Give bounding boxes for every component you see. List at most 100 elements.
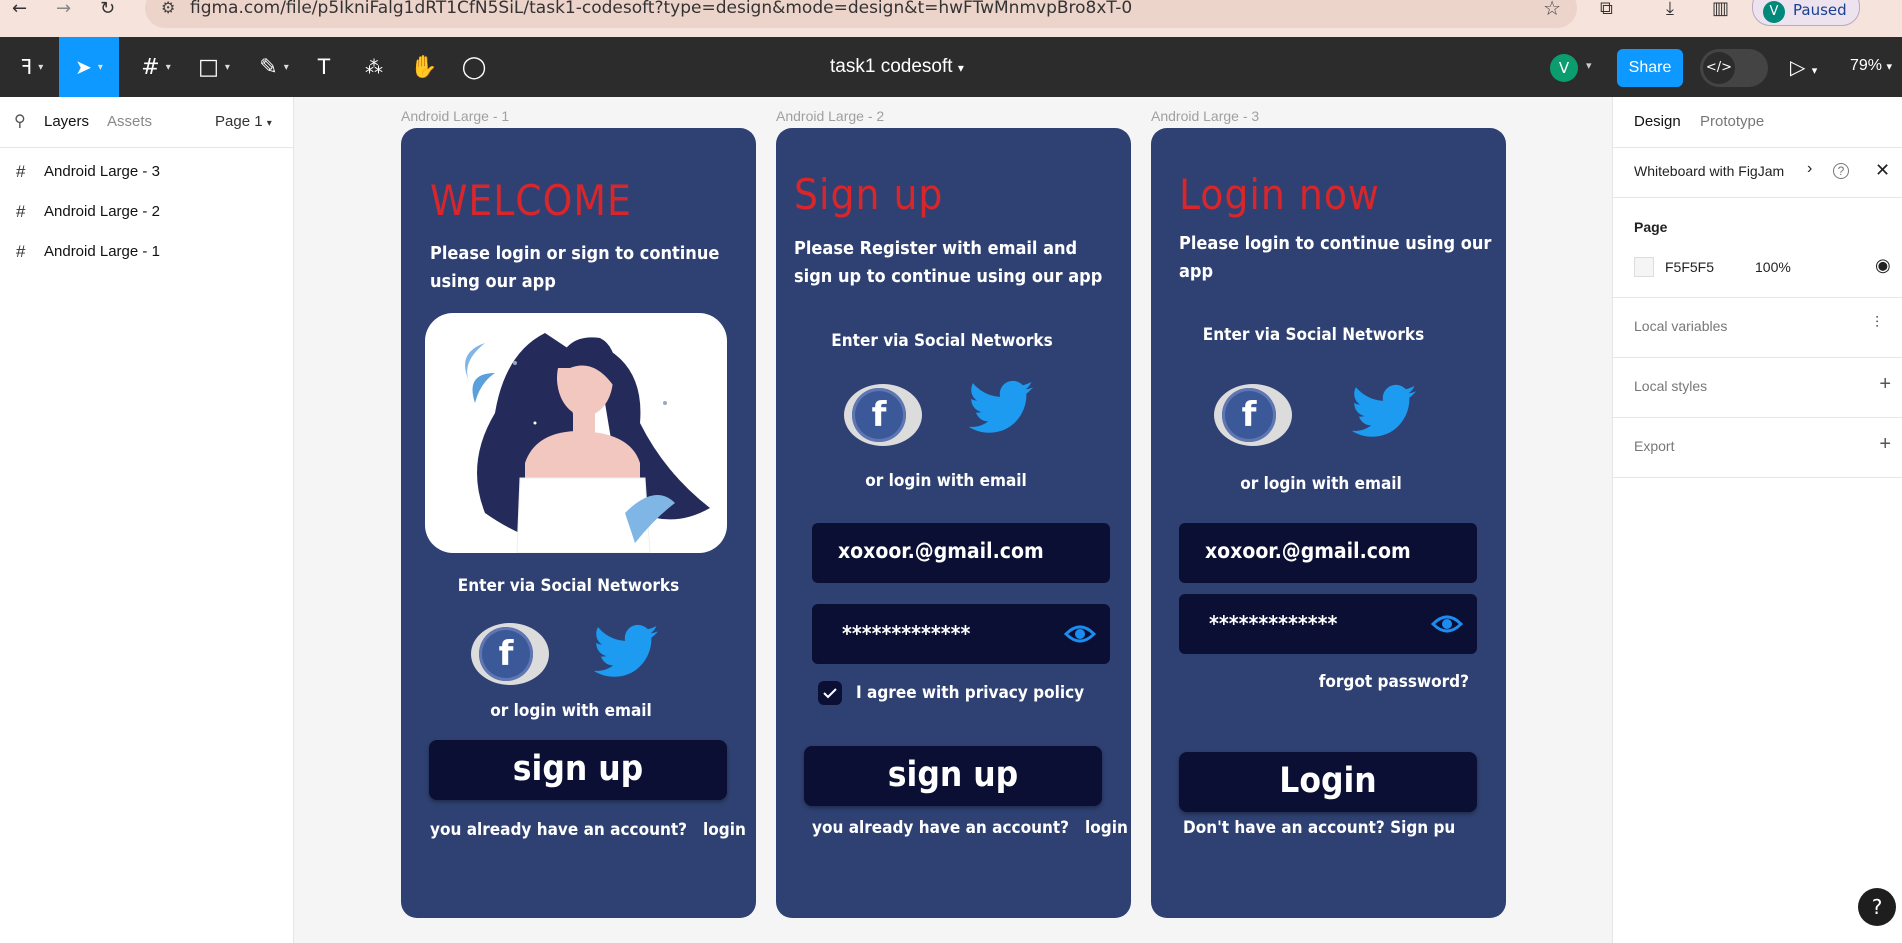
tab-layers[interactable]: Layers (44, 113, 89, 130)
eye-icon[interactable] (1064, 622, 1096, 646)
email-divider: or login with email (1240, 474, 1402, 494)
present-button[interactable]: ▷ ▾ (1790, 55, 1817, 79)
search-icon[interactable]: ⚲ (14, 111, 26, 131)
twitter-icon[interactable] (591, 624, 661, 684)
facebook-icon: f (479, 627, 533, 681)
whiteboard-label: Whiteboard with FigJam (1634, 163, 1785, 179)
export-section[interactable]: Export + (1613, 417, 1902, 478)
password-value: ************* (842, 622, 971, 646)
side-panel-icon[interactable]: ▥ (1712, 0, 1729, 18)
twitter-icon[interactable] (1349, 384, 1419, 444)
page-opacity-value[interactable]: 100% (1755, 259, 1791, 275)
frame-label[interactable]: Android Large - 1 (401, 108, 509, 124)
local-variables-section[interactable]: Local variables ⫶ (1613, 297, 1902, 358)
whiteboard-row[interactable]: Whiteboard with FigJam › ? ✕ (1613, 147, 1902, 198)
rectangle-icon: □ (198, 54, 219, 80)
eye-icon[interactable] (1431, 612, 1463, 636)
eye-icon[interactable]: ◉ (1875, 255, 1891, 276)
page-selector[interactable]: Page 1 ▾ (215, 113, 272, 130)
code-icon: </> (1703, 52, 1735, 84)
share-button[interactable]: Share (1617, 49, 1683, 87)
social-heading: Enter via Social Networks (1202, 325, 1425, 345)
help-icon[interactable]: ? (1833, 163, 1849, 179)
forgot-password-link[interactable]: forgot password? (1151, 668, 1469, 696)
plus-icon[interactable]: + (1879, 373, 1891, 396)
pen-tool-button[interactable]: ✎ ▾ (246, 37, 302, 97)
main-menu-button[interactable]: ꟻ ▾ (4, 37, 60, 97)
forward-arrow-icon[interactable]: → (56, 0, 71, 18)
password-field[interactable]: ************* (1179, 594, 1477, 654)
hand-icon: ✋ (410, 54, 438, 80)
page-color-value[interactable]: F5F5F5 (1665, 259, 1714, 275)
chevron-down-icon[interactable]: ▾ (1586, 59, 1592, 72)
frame-android-large-1[interactable]: WELCOME Please login or sign to continue… (401, 128, 756, 918)
chevron-down-icon: ▾ (1811, 64, 1818, 77)
reload-icon[interactable]: ↻ (100, 0, 115, 18)
url-field[interactable]: ⚙ figma.com/file/p5IkniFalg1dRT1CfN5SiL/… (145, 0, 1577, 28)
zoom-dropdown[interactable]: 79% ▾ (1850, 57, 1892, 75)
tab-assets[interactable]: Assets (107, 113, 152, 130)
tab-design[interactable]: Design (1634, 113, 1681, 130)
login-link[interactable]: login (703, 820, 746, 840)
agree-checkbox[interactable] (818, 681, 842, 705)
local-styles-label: Local styles (1634, 378, 1708, 394)
site-settings-icon[interactable]: ⚙ (161, 0, 175, 17)
sign-up-button[interactable]: sign up (804, 746, 1102, 806)
layer-item[interactable]: # Android Large - 3 (0, 154, 293, 190)
email-field[interactable]: xoxoor.@gmail.com (812, 523, 1110, 583)
facebook-button[interactable]: f (844, 384, 922, 446)
social-heading: Enter via Social Networks (831, 331, 1053, 351)
frame-android-large-2[interactable]: Sign up Please Register with email and s… (776, 128, 1131, 918)
resources-button[interactable]: ⁂ (346, 37, 402, 97)
email-field[interactable]: xoxoor.@gmail.com (1179, 523, 1477, 583)
frame-icon: # (141, 54, 160, 80)
file-title[interactable]: task1 codesoft ▾ (830, 56, 964, 78)
twitter-icon[interactable] (966, 380, 1036, 440)
hand-tool-button[interactable]: ✋ (396, 37, 452, 97)
download-icon[interactable]: ⤓ (1666, 0, 1674, 18)
chevron-down-icon: ▾ (165, 61, 171, 73)
signup-prompt[interactable]: Don't have an account? Sign pu (1183, 814, 1455, 842)
layer-item[interactable]: # Android Large - 2 (0, 194, 293, 230)
local-styles-section[interactable]: Local styles + (1613, 357, 1902, 418)
bookmark-star-icon[interactable]: ☆ (1543, 0, 1561, 20)
frame-icon: # (16, 242, 26, 261)
plus-icon[interactable]: + (1879, 433, 1891, 456)
profile-button[interactable]: V Paused (1752, 0, 1860, 26)
back-arrow-icon[interactable]: ← (12, 0, 27, 18)
url-text: figma.com/file/p5IkniFalg1dRT1CfN5SiL/ta… (190, 0, 1133, 18)
move-tool-button[interactable]: ➤ ▾ (59, 37, 119, 97)
layer-label: Android Large - 1 (44, 243, 160, 260)
chevron-right-icon[interactable]: › (1807, 160, 1812, 178)
extensions-icon[interactable]: ⧉ (1600, 0, 1613, 18)
text-tool-button[interactable]: T (296, 37, 352, 97)
facebook-button[interactable]: f (1214, 384, 1292, 446)
frame-android-large-3[interactable]: Login now Please login to continue using… (1151, 128, 1506, 918)
comment-icon: ◯ (461, 54, 487, 80)
login-link[interactable]: login (1085, 818, 1128, 838)
help-button[interactable]: ? (1858, 888, 1896, 926)
shape-tool-button[interactable]: □ ▾ (186, 37, 242, 97)
dev-mode-toggle[interactable]: </> (1700, 49, 1768, 87)
footer-question: you already have an account? (430, 820, 688, 840)
woman-illustration-icon (465, 333, 710, 553)
resources-icon: ⁂ (365, 56, 383, 78)
password-field[interactable]: ************* (812, 604, 1110, 664)
close-icon[interactable]: ✕ (1875, 160, 1890, 181)
variables-icon[interactable]: ⫶ (1875, 315, 1879, 333)
layer-item[interactable]: # Android Large - 1 (0, 234, 293, 270)
social-heading: Enter via Social Networks (457, 576, 680, 596)
facebook-button[interactable]: f (471, 623, 549, 685)
frame-label[interactable]: Android Large - 3 (1151, 108, 1259, 124)
comment-tool-button[interactable]: ◯ (446, 37, 502, 97)
login-button[interactable]: Login (1179, 752, 1477, 812)
collaborator-avatar[interactable]: V (1550, 54, 1578, 82)
frame-label[interactable]: Android Large - 2 (776, 108, 884, 124)
sign-up-button[interactable]: sign up (429, 740, 727, 800)
chevron-down-icon: ▾ (283, 61, 289, 73)
properties-panel: Design Prototype Whiteboard with FigJam … (1612, 97, 1902, 943)
chevron-down-icon: ▾ (224, 61, 230, 73)
page-color-swatch[interactable] (1634, 257, 1654, 277)
frame-tool-button[interactable]: # ▾ (128, 37, 184, 97)
tab-prototype[interactable]: Prototype (1700, 113, 1764, 130)
